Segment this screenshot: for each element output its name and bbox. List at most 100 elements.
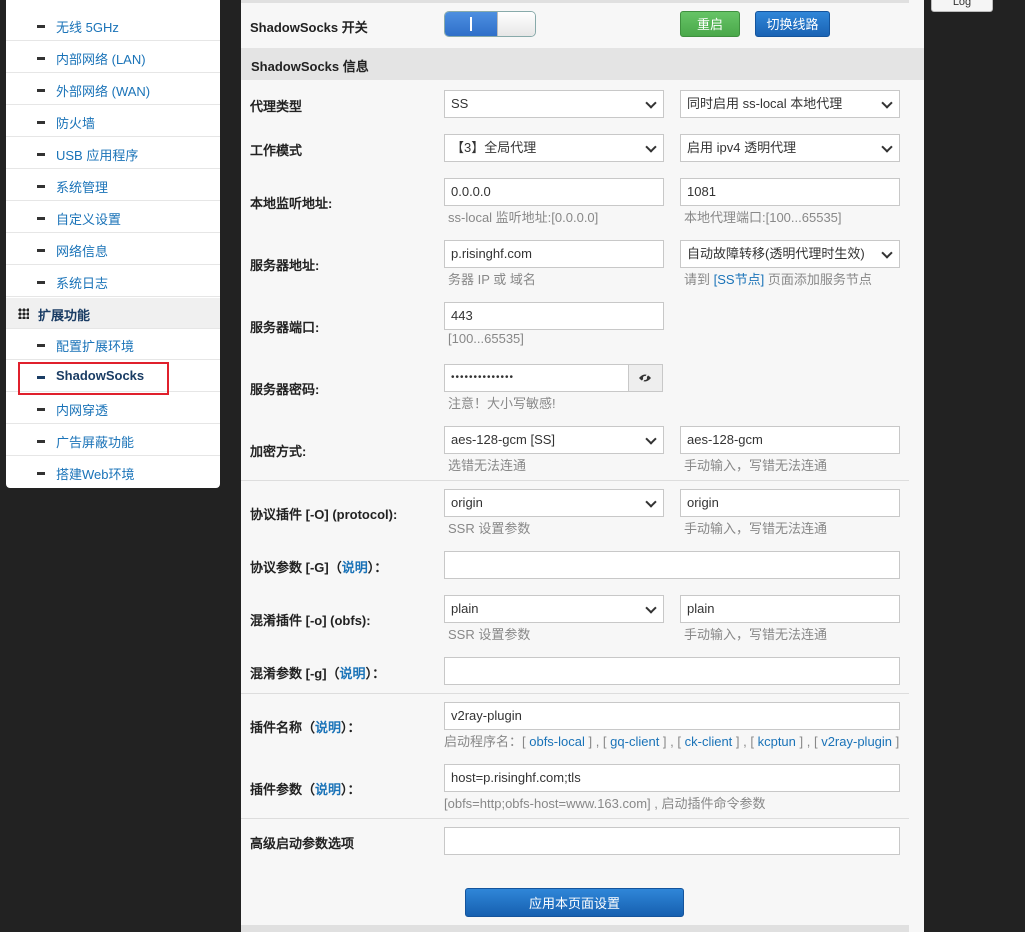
sidebar-item-firewall[interactable]: 防火墙 [6, 106, 220, 137]
section-title: ShadowSocks 信息 [251, 59, 369, 74]
sidebar-item-label: 防火墙 [56, 116, 96, 131]
dash-icon [37, 408, 45, 411]
switch-label: ShadowSocks 开关 [250, 20, 368, 35]
server-pw-label: 服务器密码: [250, 382, 320, 397]
plugin-name-help-link[interactable]: 说明 [315, 720, 341, 735]
plugin-name-input[interactable]: v2ray-plugin [444, 702, 900, 730]
transparent-proxy-select[interactable]: 启用 ipv4 透明代理 [680, 134, 900, 162]
sidebar-item-ext-env[interactable]: 配置扩展环境 [6, 329, 220, 360]
plugin-link-kcptun[interactable]: kcptun [758, 734, 796, 749]
obfs-hint: SSR 设置参数 [448, 627, 531, 642]
encrypt-input[interactable]: aes-128-gcm [680, 426, 900, 454]
bottom-strip [241, 925, 909, 932]
dash-icon [37, 121, 45, 124]
toggle-on-side [445, 12, 497, 36]
sidebar-item-label: 内网穿透 [56, 403, 109, 418]
info-section-header: ShadowSocks 信息 [241, 48, 924, 80]
plugin-link-v2ray-plugin[interactable]: v2ray-plugin [821, 734, 892, 749]
dash-icon [37, 153, 45, 156]
local-proxy-select[interactable]: 同时启用 ss-local 本地代理 [680, 90, 900, 118]
shadowsocks-toggle[interactable] [444, 11, 536, 37]
advanced-label: 高级启动参数选项 [250, 836, 355, 851]
protocol-select[interactable]: origin [444, 489, 664, 517]
sidebar-item-nat-traversal[interactable]: 内网穿透 [6, 393, 220, 424]
sidebar-item-label: 无线 5GHz [56, 20, 119, 35]
sidebar-item-label: USB 应用程序 [56, 148, 139, 163]
dash-icon [37, 344, 45, 347]
toggle-password-button[interactable] [628, 364, 663, 392]
obfs-input[interactable]: plain [680, 595, 900, 623]
server-addr-label: 服务器地址: [250, 258, 320, 273]
obfs-select[interactable]: plain [444, 595, 664, 623]
sidebar-item-label: 系统管理 [56, 180, 109, 195]
encrypt-select[interactable]: aes-128-gcm [SS] [444, 426, 664, 454]
local-listen-hint: ss-local 监听地址:[0.0.0.0] [448, 210, 599, 225]
sidebar-item-label: 内部网络 (LAN) [56, 52, 146, 67]
sidebar-item-lan[interactable]: 内部网络 (LAN) [6, 42, 220, 73]
work-mode-select[interactable]: 【3】全局代理 [444, 134, 664, 162]
proxy-type-select[interactable]: SS [444, 90, 664, 118]
sidebar-item-admin[interactable]: 系统管理 [6, 170, 220, 201]
local-listen-label: 本地监听地址: [250, 196, 333, 211]
sidebar-item-netinfo[interactable]: 网络信息 [6, 234, 220, 265]
plugin-param-hint: [obfs=http;obfs-host=www.163.com] , 启动插件… [444, 796, 766, 811]
log-button[interactable]: Log [931, 0, 993, 12]
server-pw-input[interactable]: •••••••••••••• [444, 364, 629, 392]
server-port-label: 服务器端口: [250, 320, 320, 335]
plugin-link-gq-client[interactable]: gq-client [610, 734, 659, 749]
top-strip [241, 0, 909, 3]
failover-select[interactable]: 自动故障转移(透明代理时生效) [680, 240, 900, 268]
local-port-hint: 本地代理端口:[100...65535] [684, 210, 842, 225]
sidebar-item-custom[interactable]: 自定义设置 [6, 202, 220, 233]
server-addr-input[interactable]: p.risinghf.com [444, 240, 664, 268]
advanced-input[interactable] [444, 827, 900, 855]
plugin-link-ck-client[interactable]: ck-client [685, 734, 733, 749]
switch-route-button[interactable]: 切换线路 [755, 11, 830, 37]
restart-button[interactable]: 重启 [680, 11, 740, 37]
encrypt-label: 加密方式: [250, 444, 307, 459]
local-port-input[interactable]: 1081 [680, 178, 900, 206]
sidebar-item-label: 配置扩展环境 [56, 339, 135, 354]
protocol-label: 协议插件 [-O] (protocol): [250, 507, 398, 522]
dash-icon [37, 217, 45, 220]
protocol-param-input[interactable] [444, 551, 900, 579]
sidebar-item-usb[interactable]: USB 应用程序 [6, 138, 220, 169]
server-port-input[interactable]: 443 [444, 302, 664, 330]
sidebar-section-extensions[interactable]: 扩展功能 [6, 298, 220, 329]
server-port-hint: [100...65535] [448, 331, 524, 346]
proxy-type-label: 代理类型 [250, 99, 303, 114]
plugin-param-help-link[interactable]: 说明 [315, 782, 341, 797]
sidebar-item-wan[interactable]: 外部网络 (WAN) [6, 74, 220, 105]
ss-node-link[interactable]: [SS节点] [714, 272, 765, 287]
protocol-param-help-link[interactable]: 说明 [342, 560, 368, 575]
plugin-name-label: 插件名称（说明）： [250, 720, 361, 735]
dash-icon [37, 25, 45, 28]
plugin-name-hint: 启动程序名：[ obfs-local ] , [ gq-client ] , [… [444, 734, 900, 749]
divider [241, 480, 909, 481]
sidebar-item-syslog[interactable]: 系统日志 [6, 266, 220, 297]
protocol-hint: SSR 设置参数 [448, 521, 531, 536]
sidebar-section-label: 扩展功能 [38, 308, 91, 323]
obfs-param-input[interactable] [444, 657, 900, 685]
sidebar-item-label: 网络信息 [56, 244, 109, 259]
eye-slash-icon [639, 372, 651, 384]
sidebar-item-adblock[interactable]: 广告屏蔽功能 [6, 425, 220, 456]
sidebar-item-label: 外部网络 (WAN) [56, 84, 151, 99]
obfs-label: 混淆插件 [-o] (obfs): [250, 613, 371, 628]
local-listen-input[interactable]: 0.0.0.0 [444, 178, 664, 206]
sidebar-item-wifi-5g[interactable]: 无线 5GHz [6, 10, 220, 41]
plugin-link-obfs-local[interactable]: obfs-local [529, 734, 585, 749]
obfs-param-label: 混淆参数 [-g]（说明）： [250, 666, 386, 681]
grid-icon [18, 308, 29, 319]
sidebar: 无线 5GHz 内部网络 (LAN) 外部网络 (WAN) 防火墙 USB 应用… [6, 0, 220, 488]
dash-icon [37, 281, 45, 284]
sidebar-item-web-env[interactable]: 搭建Web环境 [6, 457, 220, 488]
protocol-input[interactable]: origin [680, 489, 900, 517]
apply-button[interactable]: 应用本页面设置 [465, 888, 684, 917]
server-pw-hint: 注意！大小写敏感! [448, 396, 556, 411]
dash-icon [37, 185, 45, 188]
dash-icon [37, 249, 45, 252]
server-addr-hint: 务器 IP 或 域名 [448, 272, 536, 287]
obfs-param-help-link[interactable]: 说明 [340, 666, 366, 681]
plugin-param-input[interactable]: host=p.risinghf.com;tls [444, 764, 900, 792]
